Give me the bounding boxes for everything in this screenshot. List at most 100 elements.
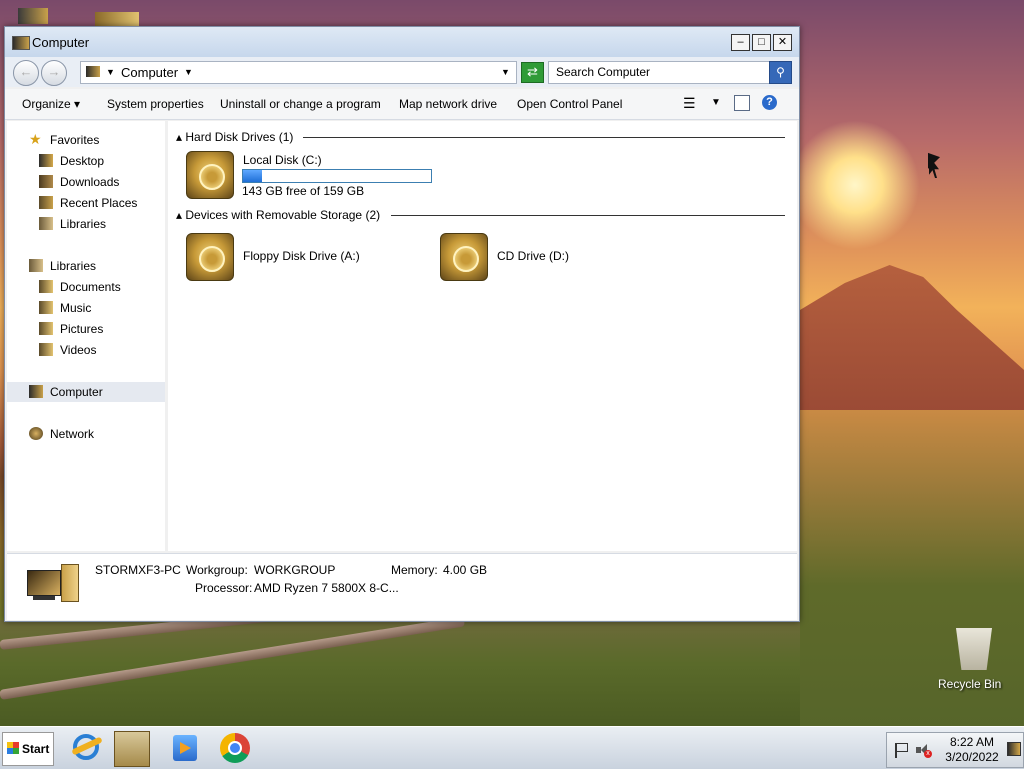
refresh-button[interactable]: ⇄: [521, 62, 544, 83]
drive-label: Local Disk (C:): [243, 153, 322, 167]
documents-folder-icon: [39, 280, 53, 293]
videos-folder-icon: [39, 343, 53, 356]
computer-icon: [86, 66, 100, 77]
computer-icon: [27, 564, 79, 604]
sidebar-item-documents[interactable]: Documents: [7, 277, 165, 297]
sidebar-item-favorites[interactable]: ★ Favorites: [7, 130, 165, 150]
recycle-bin-icon[interactable]: [956, 628, 992, 670]
libraries-icon: [39, 217, 53, 230]
action-center-flag-icon[interactable]: [893, 742, 909, 758]
address-bar[interactable]: ▼ Computer ▼ ▼: [80, 61, 517, 84]
cd-drive-icon: [440, 233, 488, 281]
organize-button[interactable]: Organize ▾: [22, 97, 80, 111]
clock-time: 8:22 AM: [949, 735, 995, 749]
group-divider: [391, 215, 785, 216]
drive-floppy-a[interactable]: Floppy Disk Drive (A:): [186, 233, 416, 283]
file-explorer-taskbar-icon[interactable]: [114, 731, 150, 767]
star-icon: ★: [29, 131, 42, 147]
processor-label: Processor:: [195, 581, 253, 595]
preview-pane-icon[interactable]: [734, 95, 750, 111]
memory-value: 4.00 GB: [443, 563, 488, 577]
floppy-drive-icon: [186, 233, 234, 281]
explorer-window: Computer – □ ✕ ← → ▼ Computer ▼ ▼ ⇄ Sear…: [4, 26, 800, 622]
memory-label: Memory:: [391, 563, 438, 577]
drive-local-disk-c[interactable]: Local Disk (C:) 143 GB free of 159 GB: [186, 151, 466, 201]
clock[interactable]: 8:22 AM 3/20/2022: [939, 735, 1005, 765]
clock-date: 3/20/2022: [945, 750, 999, 764]
help-icon[interactable]: ?: [762, 95, 777, 110]
desktop-folder-icon: [39, 154, 53, 167]
sidebar-item-desktop[interactable]: Desktop: [7, 151, 165, 171]
open-control-panel-button[interactable]: Open Control Panel: [517, 97, 622, 111]
taskbar: Start x 8:22 AM 3/20/2022: [0, 726, 1024, 769]
show-desktop-button[interactable]: [1007, 742, 1021, 756]
minimize-button[interactable]: –: [731, 34, 750, 51]
music-folder-icon: [39, 301, 53, 314]
title-bar[interactable]: Computer – □ ✕: [5, 27, 799, 57]
downloads-folder-icon: [39, 175, 53, 188]
computer-icon: [12, 36, 30, 50]
search-icon[interactable]: ⚲: [769, 61, 792, 84]
sidebar-item-libraries[interactable]: Libraries: [7, 256, 165, 276]
group-header-removable[interactable]: ▴ Devices with Removable Storage (2): [176, 208, 380, 222]
recycle-bin-label[interactable]: Recycle Bin: [938, 677, 1001, 691]
desktop-icon-partial[interactable]: [95, 12, 139, 26]
volume-muted-icon[interactable]: x: [915, 742, 932, 758]
sidebar-item-videos[interactable]: Videos: [7, 340, 165, 360]
pictures-folder-icon: [39, 322, 53, 335]
back-button[interactable]: ←: [13, 60, 39, 86]
sidebar-item-downloads[interactable]: Downloads: [7, 172, 165, 192]
group-header-hard-disks[interactable]: ▴ Hard Disk Drives (1): [176, 130, 293, 144]
hard-disk-icon: [186, 151, 234, 199]
drive-free-space: 143 GB free of 159 GB: [242, 184, 365, 198]
sidebar-item-pictures[interactable]: Pictures: [7, 319, 165, 339]
group-divider: [303, 137, 785, 138]
windows-logo-icon: [7, 742, 19, 754]
drive-cd-d[interactable]: CD Drive (D:): [440, 233, 640, 283]
system-properties-button[interactable]: System properties: [107, 97, 204, 111]
address-text: Computer: [121, 65, 179, 80]
command-bar: Organize ▾ System properties Uninstall o…: [5, 89, 799, 120]
change-view-icon[interactable]: ☰: [683, 95, 696, 112]
media-player-icon[interactable]: [168, 731, 202, 765]
recent-places-icon: [39, 196, 53, 209]
navigation-pane: ★ Favorites Desktop Downloads Recent Pla…: [7, 121, 165, 551]
sidebar-item-recent-places[interactable]: Recent Places: [7, 193, 165, 213]
computer-icon: [29, 385, 43, 398]
forward-button[interactable]: →: [41, 60, 67, 86]
wallpaper-sun: [790, 120, 920, 250]
desktop-icon-partial[interactable]: [18, 8, 48, 24]
processor-value: AMD Ryzen 7 5800X 8-C...: [254, 581, 399, 595]
address-history-dropdown[interactable]: ▼: [501, 67, 510, 77]
maximize-button[interactable]: □: [752, 34, 771, 51]
map-network-drive-button[interactable]: Map network drive: [399, 97, 497, 111]
disk-usage-fill: [243, 170, 262, 182]
system-tray: x 8:22 AM 3/20/2022: [886, 732, 1024, 768]
sidebar-item-libraries-fav[interactable]: Libraries: [7, 214, 165, 234]
uninstall-program-button[interactable]: Uninstall or change a program: [220, 97, 381, 111]
wallpaper-mountain: [800, 265, 1024, 415]
sidebar-item-music[interactable]: Music: [7, 298, 165, 318]
close-button[interactable]: ✕: [773, 34, 792, 51]
details-pane: STORMXF3-PC Workgroup: WORKGROUP Memory:…: [7, 553, 797, 620]
disk-usage-bar: [242, 169, 432, 183]
sidebar-item-network[interactable]: Network: [7, 424, 165, 444]
navigation-bar: ← → ▼ Computer ▼ ▼ ⇄ Search Computer ⚲: [5, 57, 799, 87]
drive-label: Floppy Disk Drive (A:): [243, 249, 360, 263]
network-icon: [29, 427, 43, 440]
chevron-down-icon[interactable]: ▼: [184, 67, 193, 77]
breadcrumb-arrow-icon[interactable]: ▼: [106, 67, 115, 77]
sidebar-item-computer[interactable]: Computer: [7, 382, 165, 402]
content-pane: ▴ Hard Disk Drives (1) Local Disk (C:) 1…: [168, 121, 797, 551]
workgroup-value: WORKGROUP: [254, 563, 336, 577]
drive-label: CD Drive (D:): [497, 249, 569, 263]
pc-name: STORMXF3-PC: [95, 563, 181, 577]
workgroup-label: Workgroup:: [186, 563, 248, 577]
window-title: Computer: [32, 35, 90, 50]
start-button[interactable]: Start: [2, 732, 54, 766]
chrome-icon[interactable]: [218, 731, 252, 765]
internet-explorer-icon[interactable]: [70, 731, 104, 765]
search-input[interactable]: Search Computer: [548, 61, 770, 84]
search-placeholder: Search Computer: [556, 65, 651, 79]
view-options-dropdown[interactable]: ▼: [711, 97, 721, 108]
